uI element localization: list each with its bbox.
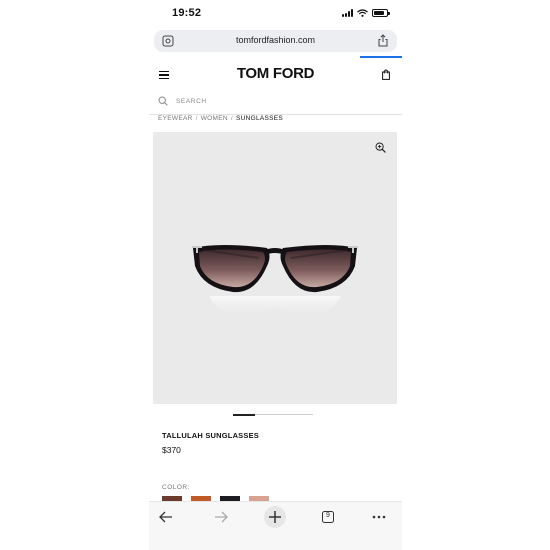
address-bar[interactable]: tomfordfashion.com	[154, 30, 397, 52]
breadcrumb: EYEWEAR / WOMEN / SUNGLASSES	[158, 115, 283, 122]
status-icons	[342, 9, 390, 17]
url-text[interactable]: tomfordfashion.com	[154, 35, 397, 45]
cellular-signal-icon	[342, 9, 353, 17]
tabs-button[interactable]: 9	[319, 508, 337, 526]
image-carousel-indicator[interactable]	[233, 413, 313, 416]
status-time: 19:52	[172, 7, 202, 19]
page-load-progress	[360, 56, 402, 58]
breadcrumb-separator: /	[230, 115, 233, 122]
site-search[interactable]: SEARCH	[149, 92, 402, 115]
browser-toolbar: 9	[149, 501, 402, 550]
breadcrumb-separator: /	[195, 115, 198, 122]
tab-count: 9	[326, 512, 330, 519]
sunglasses-photo	[192, 245, 358, 319]
share-icon[interactable]	[377, 34, 389, 47]
product-price: $370	[162, 445, 181, 455]
zoom-in-icon[interactable]	[375, 142, 386, 153]
breadcrumb-item-sunglasses[interactable]: SUNGLASSES	[236, 115, 283, 122]
more-icon[interactable]	[370, 508, 388, 526]
shopping-bag-icon[interactable]	[382, 69, 390, 80]
forward-arrow-icon[interactable]	[212, 508, 230, 526]
status-bar: 19:52	[149, 0, 402, 28]
search-input[interactable]: SEARCH	[176, 98, 207, 105]
carousel-active-segment	[233, 413, 255, 416]
site-header: TOM FORD	[149, 60, 402, 90]
color-label: COLOR:	[162, 484, 190, 491]
wifi-icon	[357, 9, 368, 17]
new-tab-button[interactable]	[264, 506, 286, 528]
product-name: TALLULAH SUNGLASSES	[162, 431, 259, 440]
breadcrumb-item-women[interactable]: WOMEN	[201, 115, 228, 122]
brand-logo[interactable]: TOM FORD	[149, 65, 402, 82]
back-arrow-icon[interactable]	[157, 508, 175, 526]
product-image[interactable]	[153, 132, 397, 404]
battery-icon	[372, 9, 390, 17]
phone-screen: 19:52 tomfordfashion.com TOM FORD SEARCH…	[149, 0, 402, 550]
breadcrumb-item-eyewear[interactable]: EYEWEAR	[158, 115, 193, 122]
plus-icon	[269, 511, 281, 523]
search-icon[interactable]	[158, 96, 168, 106]
